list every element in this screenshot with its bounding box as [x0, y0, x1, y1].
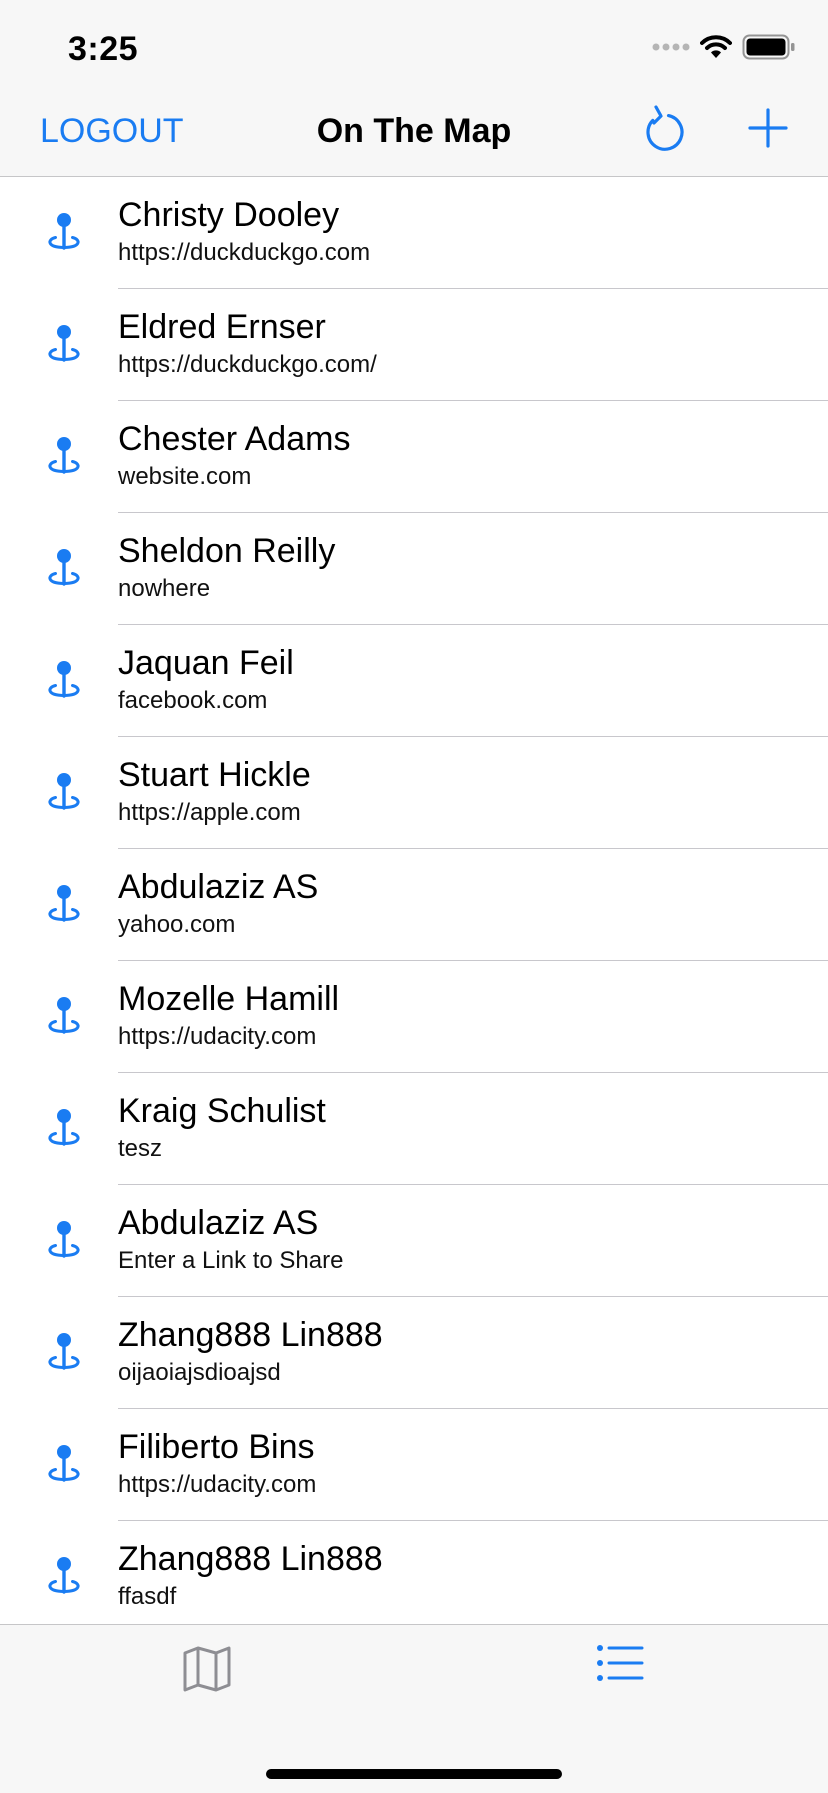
student-name: Mozelle Hamill [118, 980, 340, 1018]
student-link: website.com [118, 463, 252, 490]
status-time: 3:25 [68, 30, 139, 68]
pin-icon [48, 549, 80, 586]
tab-bar [0, 1624, 828, 1793]
student-name: Stuart Hickle [118, 756, 311, 794]
table-row[interactable]: Kraig Schulist tesz [0, 1073, 828, 1185]
refresh-icon [646, 105, 684, 151]
student-link: facebook.com [118, 687, 268, 714]
student-link: https://apple.com [118, 799, 301, 826]
tab-map[interactable] [181, 1645, 233, 1693]
table-row[interactable]: Mozelle Hamill https://udacity.com [0, 961, 828, 1073]
table-row[interactable]: Jaquan Feil facebook.com [0, 625, 828, 737]
pin-icon [48, 997, 80, 1034]
student-link: tesz [118, 1135, 163, 1162]
pin-icon [48, 661, 80, 698]
navigation-bar: LOGOUT On The Map [0, 90, 828, 177]
pin-icon [48, 325, 80, 362]
tab-list[interactable] [596, 1643, 644, 1683]
student-name: Christy Dooley [118, 196, 340, 234]
pin-icon [48, 1333, 80, 1370]
student-name: Chester Adams [118, 420, 351, 458]
student-link: https://duckduckgo.com/ [118, 351, 377, 378]
student-location-list[interactable]: Christy Dooley https://duckduckgo.com El… [0, 177, 828, 1624]
student-name: Abdulaziz AS [118, 1204, 319, 1242]
table-row[interactable]: Filiberto Bins https://udacity.com [0, 1409, 828, 1521]
pin-icon [48, 1109, 80, 1146]
student-link: oijaoiajsdioajsd [118, 1359, 281, 1386]
table-row[interactable]: Chester Adams website.com [0, 401, 828, 513]
pin-icon [48, 213, 80, 250]
student-link: yahoo.com [118, 911, 236, 938]
logout-button[interactable]: LOGOUT [40, 112, 184, 151]
student-name: Filiberto Bins [118, 1428, 315, 1466]
student-name: Eldred Ernser [118, 308, 326, 346]
pin-icon [48, 773, 80, 810]
add-pin-button[interactable] [744, 104, 792, 152]
table-row[interactable]: Stuart Hickle https://apple.com [0, 737, 828, 849]
student-name: Zhang888 Lin888 [118, 1540, 383, 1578]
status-icons [652, 34, 796, 60]
pin-icon [48, 1557, 80, 1594]
plus-icon [748, 108, 788, 148]
battery-icon [742, 34, 795, 60]
student-name: Abdulaziz AS [118, 868, 319, 906]
pin-icon [48, 885, 80, 922]
student-link: https://udacity.com [118, 1471, 317, 1498]
map-icon [183, 1646, 231, 1692]
refresh-button[interactable] [638, 102, 688, 156]
pin-icon [48, 437, 80, 474]
table-row[interactable]: Abdulaziz AS yahoo.com [0, 849, 828, 961]
list-icon [597, 1645, 644, 1681]
cellular-signal-icon [652, 43, 690, 51]
table-row[interactable]: Zhang888 Lin888 oijaoiajsdioajsd [0, 1297, 828, 1409]
pin-icon [48, 1221, 80, 1258]
student-name: Kraig Schulist [118, 1092, 326, 1130]
pin-icon [48, 1445, 80, 1482]
status-bar: 3:25 [0, 0, 828, 90]
student-link: ffasdf [118, 1583, 177, 1610]
student-link: Enter a Link to Share [118, 1247, 344, 1274]
table-row[interactable]: Zhang888 Lin888 ffasdf [0, 1521, 828, 1624]
table-row[interactable]: Sheldon Reilly nowhere [0, 513, 828, 625]
student-name: Sheldon Reilly [118, 532, 336, 570]
student-link: https://udacity.com [118, 1023, 317, 1050]
table-row[interactable]: Abdulaziz AS Enter a Link to Share [0, 1185, 828, 1297]
home-indicator [266, 1769, 562, 1779]
wifi-icon [700, 35, 732, 58]
student-link: https://duckduckgo.com [118, 239, 371, 266]
student-link: nowhere [118, 575, 211, 602]
table-row[interactable]: Eldred Ernser https://duckduckgo.com/ [0, 289, 828, 401]
table-row[interactable]: Christy Dooley https://duckduckgo.com [0, 177, 828, 289]
student-name: Jaquan Feil [118, 644, 294, 682]
student-name: Zhang888 Lin888 [118, 1316, 383, 1354]
